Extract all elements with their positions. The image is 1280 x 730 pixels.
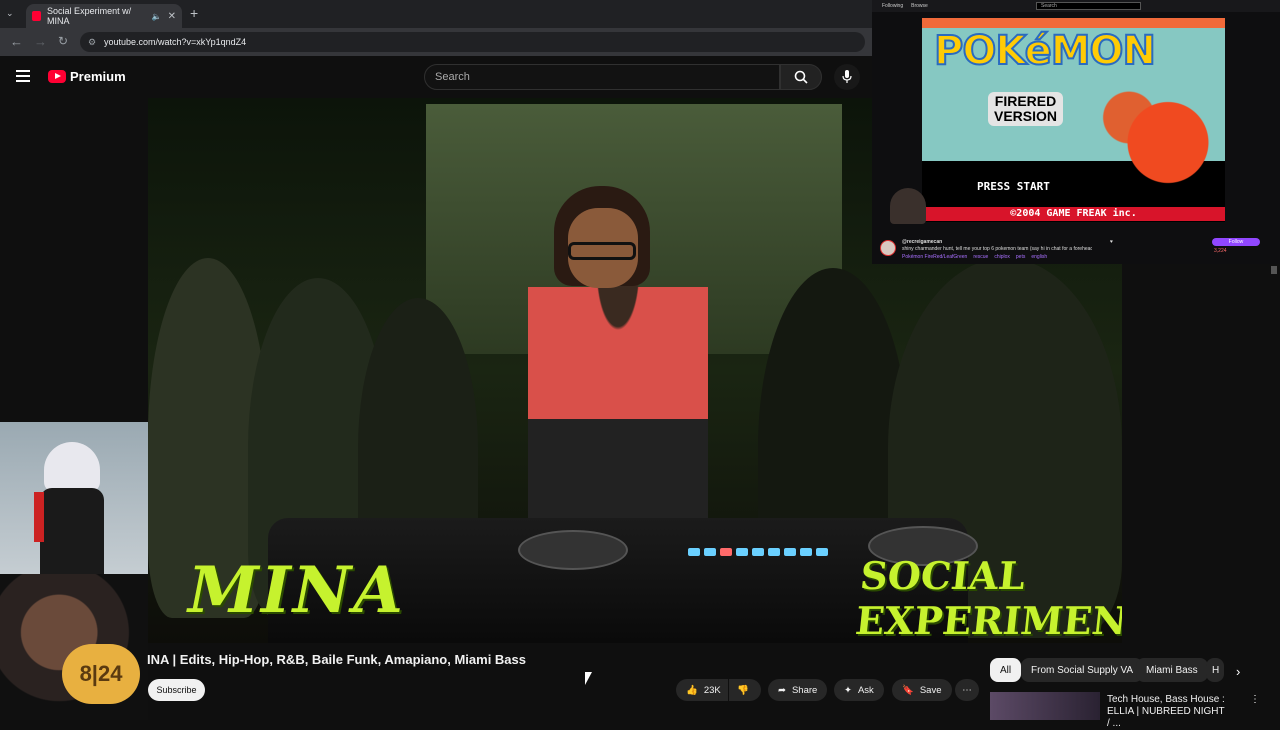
streamer-facecam <box>890 188 926 224</box>
voice-search-button[interactable] <box>834 64 860 90</box>
reload-icon[interactable]: ↻ <box>58 34 68 48</box>
chip-truncated[interactable]: H <box>1206 658 1224 682</box>
game-subtitle-line2: VERSION <box>994 108 1058 124</box>
press-start-text: PRESS START <box>977 180 1050 193</box>
scrollbar-thumb[interactable] <box>1271 266 1277 274</box>
site-info-icon[interactable]: ⚙ <box>88 37 96 48</box>
jog-wheel-left <box>518 530 628 570</box>
new-tab-button[interactable]: + <box>190 5 198 21</box>
game-logo: POKéMON <box>933 27 1157 75</box>
speaker-icon[interactable]: 🔈 <box>152 12 162 21</box>
video-title: INA | Edits, Hip-Hop, R&B, Baile Funk, A… <box>147 652 526 667</box>
viewer-count: 3,224 <box>1214 248 1227 254</box>
save-label: Save <box>919 684 942 696</box>
channel-avatar[interactable] <box>880 240 896 256</box>
browser-tab-active[interactable]: Social Experiment w/ MINA 🔈 ✕ <box>26 4 182 28</box>
save-button[interactable]: 🔖 Save <box>892 679 952 701</box>
following-link[interactable]: Following <box>882 3 903 9</box>
more-vertical-icon[interactable]: ⋮ <box>1250 694 1260 705</box>
ask-label: Ask <box>857 684 874 696</box>
more-horizontal-icon: ⋯ <box>962 684 972 696</box>
search-placeholder: Search <box>435 71 470 83</box>
dj-glasses <box>568 242 636 260</box>
performance-pads <box>688 548 828 556</box>
avatar-head <box>44 442 100 492</box>
stream-tags: Pokémon FireRed/LeafGreen rescue chiplox… <box>902 254 1047 260</box>
heart-icon[interactable]: ♥ <box>1110 239 1113 245</box>
tag[interactable]: english <box>1031 254 1047 260</box>
thumbs-up-icon: 👍 <box>686 684 698 696</box>
follow-button[interactable]: Follow <box>1212 238 1260 246</box>
youtube-favicon-icon <box>32 11 42 21</box>
recommended-title-line1: Tech House, Bass House : <box>1107 694 1225 705</box>
avatar-body <box>40 488 104 574</box>
youtube-play-icon <box>48 70 66 83</box>
close-tab-icon[interactable]: ✕ <box>168 11 176 22</box>
url-input[interactable]: ⚙ youtube.com/watch?v=xkYp1qndZ4 <box>80 32 865 52</box>
sparkle-icon: ✦ <box>844 684 852 696</box>
stream-title: shiny charmander hunt, tell me your top … <box>902 246 1092 252</box>
tag[interactable]: pets <box>1016 254 1025 260</box>
ask-button[interactable]: ✦ Ask <box>834 679 884 701</box>
game-copyright: ©2004 GAME FREAK inc. <box>922 207 1225 221</box>
dislike-button[interactable]: 👎 <box>729 679 761 701</box>
forward-icon[interactable]: → <box>34 34 47 49</box>
chevron-right-icon[interactable]: › <box>1236 664 1240 679</box>
menu-icon[interactable] <box>16 70 30 85</box>
chip-miami-bass[interactable]: Miami Bass <box>1136 658 1208 682</box>
game-subtitle-line1: FIRERED <box>994 93 1057 109</box>
search-button[interactable] <box>780 64 822 90</box>
tab-search-chevron-icon[interactable]: ⌄ <box>6 8 14 19</box>
recommended-title-line2: ELLIA | NUBREED NIGHT / ... <box>1107 706 1225 729</box>
browse-link[interactable]: Browse <box>911 3 928 9</box>
share-label: Share <box>791 684 818 696</box>
tag[interactable]: chiplox <box>994 254 1010 260</box>
tag[interactable]: rescue <box>973 254 988 260</box>
pillow-decor: 8|24 <box>62 644 140 704</box>
youtube-logo[interactable]: Premium <box>48 69 126 84</box>
like-button[interactable]: 👍 23K <box>676 679 728 701</box>
overlay-title-left: MINA <box>188 553 405 628</box>
game-subtitle: FIRERED VERSION <box>988 92 1064 126</box>
like-count: 23K <box>703 684 721 696</box>
mouse-cursor <box>585 672 592 685</box>
bookmark-icon: 🔖 <box>902 684 914 696</box>
chip-all[interactable]: All <box>990 658 1022 682</box>
avatar-arm <box>34 492 44 542</box>
subscribe-button[interactable]: Subscribe <box>148 679 205 701</box>
channel-name[interactable]: @recreigamecan <box>902 239 942 245</box>
recommended-thumbnail[interactable] <box>990 692 1100 720</box>
stream-search-placeholder: Search <box>1041 3 1057 9</box>
share-button[interactable]: ➦ Share <box>768 679 828 701</box>
more-actions-button[interactable]: ⋯ <box>955 679 979 701</box>
charizard-art <box>1090 80 1220 205</box>
thumbs-down-icon: 👎 <box>737 684 749 696</box>
recommended-title[interactable]: Tech House, Bass House : ELLIA | NUBREED… <box>1107 694 1227 730</box>
search-icon <box>794 70 808 84</box>
facecam: 8|24 <box>0 574 148 720</box>
search-input[interactable]: Search <box>424 64 780 90</box>
overlay-title-right: SOCIAL EXPERIMENT <box>853 553 1122 643</box>
url-text: youtube.com/watch?v=xkYp1qndZ4 <box>104 37 247 47</box>
vtuber-avatar-cam <box>0 422 148 574</box>
chip-from-channel[interactable]: From Social Supply VA <box>1021 658 1144 682</box>
tag-game[interactable]: Pokémon FireRed/LeafGreen <box>902 254 967 260</box>
share-icon: ➦ <box>778 684 786 696</box>
microphone-icon <box>842 70 852 83</box>
tab-title: Social Experiment w/ MINA <box>47 6 132 26</box>
back-icon[interactable]: ← <box>10 34 23 49</box>
stream-search-input[interactable]: Search <box>1036 2 1141 10</box>
logo-label: Premium <box>70 69 126 84</box>
